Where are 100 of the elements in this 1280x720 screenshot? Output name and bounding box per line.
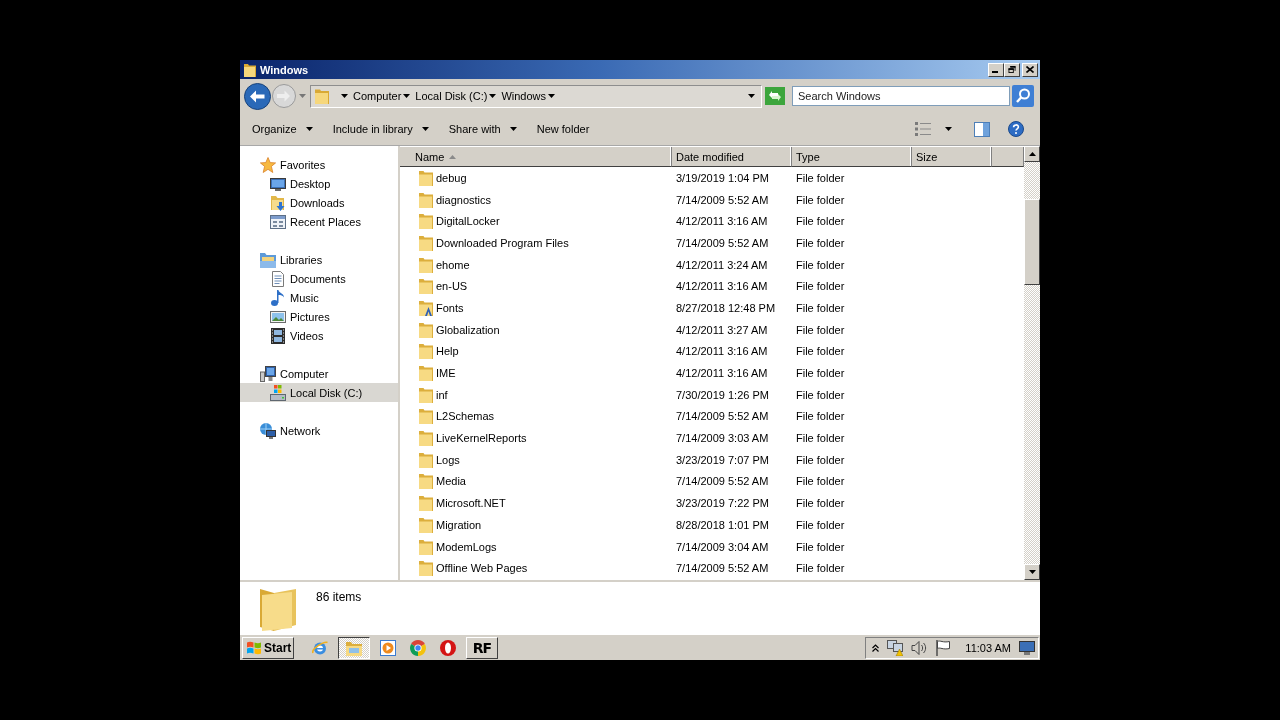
nav-item[interactable]: Videos [240, 326, 398, 345]
date-cell: 7/14/2009 5:52 AM [676, 562, 769, 575]
flag-icon[interactable] [935, 639, 952, 656]
nav-item[interactable]: Music [240, 288, 398, 307]
nav-item[interactable]: Network [240, 421, 398, 440]
restore-button[interactable] [1004, 62, 1020, 77]
scrollbar-thumb[interactable] [1024, 199, 1040, 285]
name-cell[interactable]: DigitalLocker [436, 215, 500, 228]
monitor-icon[interactable] [1019, 640, 1035, 655]
computer-icon [260, 365, 276, 382]
nav-item[interactable]: Libraries [240, 250, 398, 269]
name-cell[interactable]: Globalization [436, 323, 500, 336]
caret-icon[interactable] [403, 94, 411, 98]
name-cell[interactable]: L2Schemas [436, 410, 495, 423]
name-cell[interactable]: IME [436, 367, 456, 380]
recent-pages-button[interactable] [298, 91, 306, 101]
nav-item[interactable]: Recent Places [240, 212, 398, 231]
folder-icon [346, 639, 362, 656]
toolbar-button[interactable]: New folder [530, 117, 596, 141]
type-cell: File folder [796, 193, 845, 206]
caret-icon [509, 127, 517, 131]
caret-icon[interactable] [748, 94, 755, 98]
name-cell[interactable]: Fonts [436, 301, 464, 314]
name-cell[interactable]: LiveKernelReports [436, 432, 527, 445]
minimize-button[interactable] [988, 62, 1004, 77]
nav-item[interactable]: Documents [240, 269, 398, 288]
name-cell[interactable]: Microsoft.NET [436, 497, 506, 510]
address-bar[interactable]: Computer Local Disk (C:) Windows [310, 84, 762, 108]
folder-icon [419, 538, 433, 555]
column-header[interactable]: Size [912, 147, 992, 167]
folder-icon [419, 516, 433, 533]
breadcrumb[interactable]: Local Disk (C:) [415, 90, 488, 102]
picture-icon [270, 308, 286, 325]
type-cell: File folder [796, 345, 845, 358]
search-field[interactable]: Search Windows [792, 86, 1010, 106]
name-cell[interactable]: ModemLogs [436, 540, 497, 553]
scroll-up-button[interactable] [1024, 146, 1040, 162]
nav-item[interactable]: Downloads [240, 193, 398, 212]
taskbar-button[interactable] [338, 636, 370, 659]
caret-icon[interactable] [341, 94, 348, 98]
date-cell: 4/12/2011 3:24 AM [676, 258, 768, 271]
name-cell[interactable]: debug [436, 171, 467, 184]
start-button[interactable]: Start [242, 636, 294, 659]
search-button[interactable] [1012, 85, 1034, 107]
date-cell: 7/30/2019 1:26 PM [676, 388, 769, 401]
name-cell[interactable]: Logs [436, 453, 460, 466]
name-cell[interactable]: ehome [436, 258, 470, 271]
date-cell: 8/27/2018 12:48 PM [676, 301, 776, 314]
view-menu-button[interactable] [943, 125, 954, 133]
column-header[interactable]: Date modified [672, 147, 792, 167]
date-cell: 7/14/2009 3:04 AM [676, 540, 769, 553]
network-warning-icon[interactable] [887, 639, 904, 656]
caret-icon[interactable] [489, 94, 497, 98]
back-button[interactable] [244, 82, 271, 110]
type-cell: File folder [796, 518, 845, 531]
nav-item[interactable]: Computer [240, 364, 398, 383]
name-cell[interactable]: Offline Web Pages [436, 562, 528, 575]
folder-icon [419, 256, 433, 273]
column-header[interactable]: Name [400, 147, 672, 167]
breadcrumb[interactable]: Computer [353, 90, 402, 102]
close-button[interactable] [1022, 62, 1038, 77]
refresh-icon [765, 87, 785, 105]
window-grid-icon [270, 213, 286, 230]
show-hidden-icons-button[interactable] [872, 643, 880, 652]
date-cell: 3/23/2019 7:07 PM [676, 453, 769, 466]
item-count: 86 items [316, 590, 362, 604]
toolbar-button[interactable]: Include in library [326, 117, 435, 141]
name-cell[interactable]: Media [436, 475, 466, 488]
taskbar-button[interactable]: RF [466, 636, 498, 659]
breadcrumb[interactable]: Windows [501, 90, 547, 102]
toolbar-button[interactable]: Organize [246, 117, 319, 141]
name-cell[interactable]: Downloaded Program Files [436, 236, 569, 249]
folder-icon [419, 430, 433, 447]
globe-monitor-icon [260, 422, 276, 439]
nav-item[interactable]: Local Disk (C:) [240, 383, 398, 402]
toolbar-button[interactable]: Share with [442, 117, 523, 141]
date-cell: 7/14/2009 3:03 AM [676, 432, 769, 445]
triangle-up-icon [1028, 152, 1036, 156]
name-cell[interactable]: Help [436, 345, 459, 358]
clock-text[interactable]: 11:03 AM [965, 641, 1011, 654]
column-header[interactable]: Type [792, 147, 912, 167]
speaker-icon[interactable] [911, 639, 928, 656]
name-cell[interactable]: diagnostics [436, 193, 492, 206]
date-cell: 4/12/2011 3:16 AM [676, 215, 768, 228]
name-cell[interactable]: inf [436, 388, 448, 401]
refresh-button[interactable] [765, 87, 785, 105]
folder-icon [244, 62, 256, 77]
caret-icon [421, 127, 429, 131]
name-cell[interactable]: Migration [436, 518, 482, 531]
view-button[interactable] [913, 120, 933, 138]
caret-icon [305, 127, 313, 131]
folder-badge-icon [419, 299, 433, 316]
scroll-down-button[interactable] [1024, 564, 1040, 580]
name-cell[interactable]: en-US [436, 280, 468, 293]
nav-item[interactable]: Pictures [240, 307, 398, 326]
music-note-icon [270, 289, 286, 306]
nav-item[interactable]: Favorites [240, 155, 398, 174]
drive-icon [270, 384, 286, 401]
nav-item[interactable]: Desktop [240, 174, 398, 193]
caret-icon[interactable] [548, 94, 556, 98]
